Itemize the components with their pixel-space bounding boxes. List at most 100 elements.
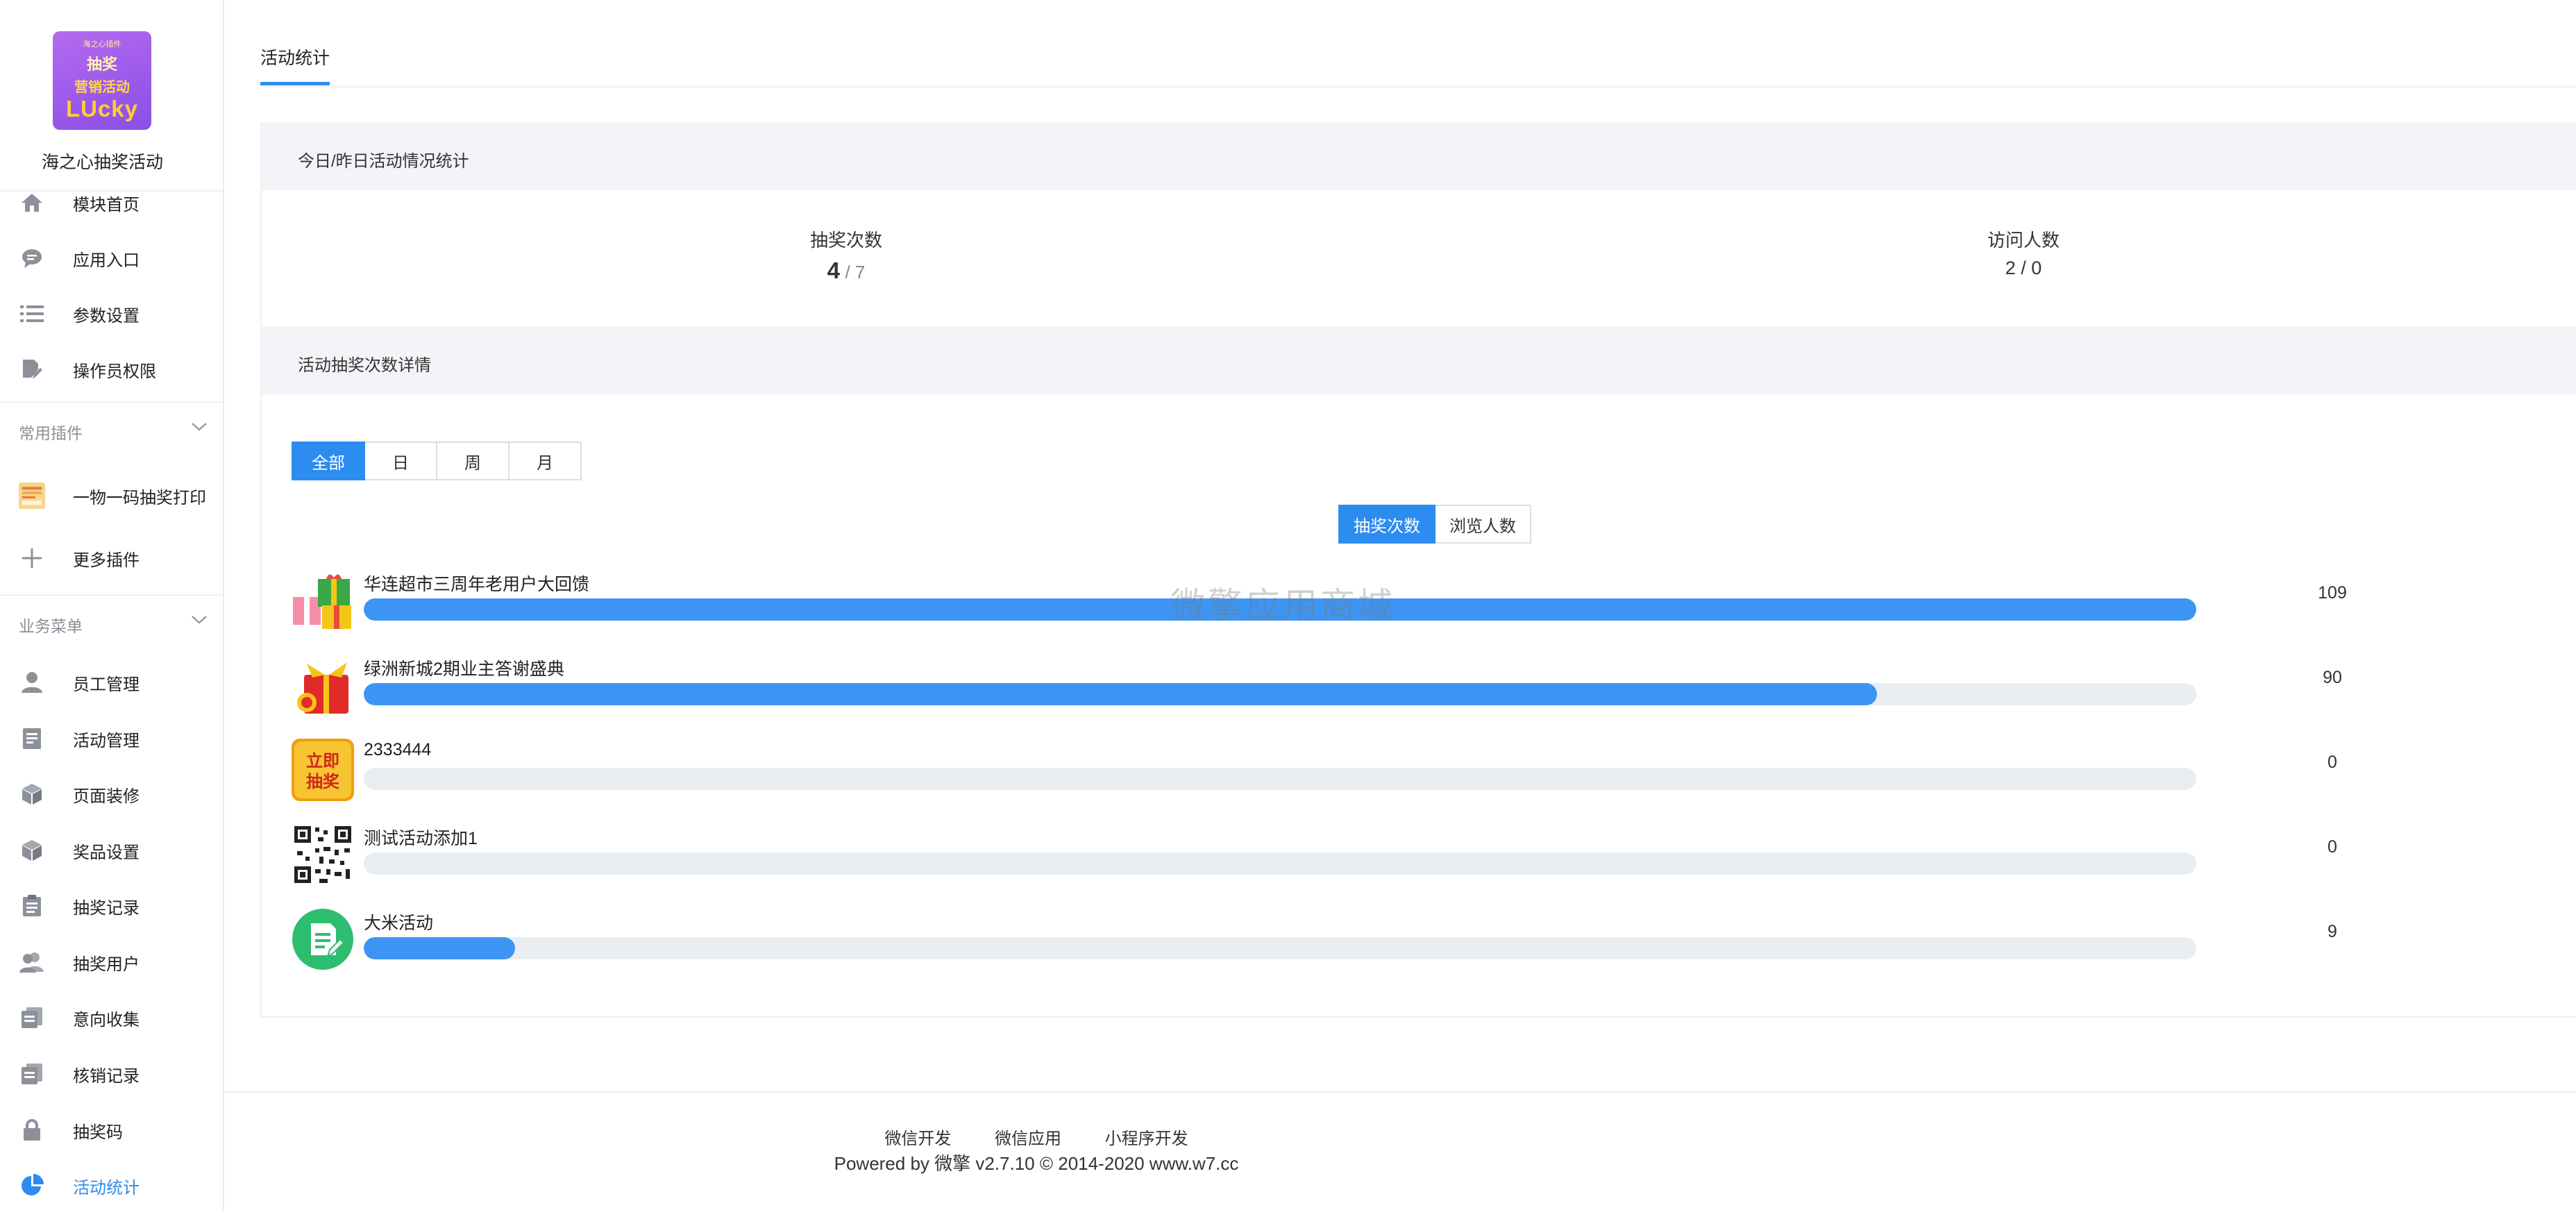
sidebar-item-draw-users[interactable]: 抽奖用户 [0, 941, 223, 983]
progress-track [364, 768, 2196, 790]
sidebar-item-staff[interactable]: 员工管理 [0, 662, 223, 703]
cube-icon [19, 837, 45, 864]
stat-label: 访问人数 [1987, 230, 2060, 251]
draw-now-badge-icon: 立即 抽奖 [292, 739, 354, 801]
list-icon [19, 301, 45, 327]
sidebar-item-label: 应用入口 [73, 251, 140, 270]
sidebar-item-label: 意向收集 [73, 1010, 140, 1030]
user-icon [19, 669, 45, 696]
footer-link[interactable]: 小程序开发 [1105, 1129, 1188, 1148]
sidebar: 海之心插件 抽奖 营销活动 LUcky 海之心抽奖活动 模块首页 应用入口 参数… [0, 0, 224, 1210]
files-icon [19, 1005, 45, 1031]
sidebar-item-settings[interactable]: 参数设置 [0, 293, 223, 335]
range-day-button[interactable]: 日 [364, 442, 437, 480]
sidebar-item-label: 参数设置 [73, 306, 140, 326]
sidebar-item-label: 模块首页 [73, 195, 140, 215]
sidebar-item-draw-records[interactable]: 抽奖记录 [0, 885, 223, 927]
stat-value: 2 / 0 [2005, 258, 2042, 278]
card-title: 活动抽奖次数详情 [298, 356, 431, 375]
today-stats-card: 今日/昨日活动情况统计 抽奖次数 4 / 7 访问人数 2 / 0 [260, 122, 2576, 326]
sidebar-item-label: 奖品设置 [73, 843, 140, 862]
chat-bubble-icon [19, 245, 45, 271]
files-icon [19, 1061, 45, 1087]
sidebar-item-activities[interactable]: 活动管理 [0, 718, 223, 759]
range-all-button[interactable]: 全部 [292, 442, 365, 480]
cube-icon [19, 781, 45, 807]
sidebar-group-business[interactable]: 业务菜单 [0, 604, 223, 646]
activity-count: 0 [2327, 753, 2337, 772]
plus-icon [19, 545, 45, 571]
tab-bar: 活动统计 [260, 0, 2576, 87]
activity-name: 绿洲新城2期业主答谢盛典 [364, 659, 564, 679]
stat-today-value: 4 [827, 258, 840, 283]
logo-text: LUcky [65, 96, 139, 121]
sidebar-item-qr-print-plugin[interactable]: 一物一码抽奖打印 [0, 475, 223, 516]
sidebar-item-label: 核销记录 [73, 1066, 140, 1086]
sidebar-item-label: 抽奖用户 [73, 955, 140, 974]
range-month-button[interactable]: 月 [508, 442, 582, 480]
chevron-down-icon [191, 615, 208, 628]
activity-count: 9 [2327, 922, 2337, 941]
sidebar-item-home[interactable]: 模块首页 [0, 182, 223, 224]
activity-row[interactable]: 绿洲新城2期业主答谢盛典 90 [292, 654, 2346, 737]
sidebar-item-page-decor[interactable]: 页面装修 [0, 773, 223, 815]
activity-name: 华连超市三周年老用户大回馈 [364, 575, 590, 594]
metric-segmented-control: 抽奖次数 浏览人数 [1338, 505, 1531, 544]
sidebar-item-label: 员工管理 [73, 675, 140, 694]
footer-link[interactable]: 微信应用 [995, 1129, 1061, 1148]
tab-activity-stats[interactable]: 活动统计 [260, 44, 330, 85]
clipboard-icon [19, 893, 45, 919]
green-document-icon [292, 908, 354, 970]
sidebar-item-label: 操作员权限 [73, 362, 156, 381]
stat-label: 抽奖次数 [809, 230, 882, 251]
sidebar-item-label: 一物一码抽奖打印 [73, 488, 206, 507]
range-segmented-control: 全部 日 周 月 [292, 442, 582, 480]
range-week-button[interactable]: 周 [436, 442, 510, 480]
sidebar-item-redeem-records[interactable]: 核销记录 [0, 1053, 223, 1095]
stat-yesterday-value: / 7 [845, 262, 866, 283]
progress-fill [364, 937, 515, 959]
brand-header: 海之心插件 抽奖 营销活动 LUcky 海之心抽奖活动 [0, 0, 223, 192]
activity-row[interactable]: 测试活动添加1 0 [292, 823, 2346, 907]
progress-track [364, 852, 2196, 875]
app-name: 海之心抽奖活动 [41, 153, 163, 172]
sidebar-item-operator-permission[interactable]: 操作员权限 [0, 348, 223, 390]
svg-text:立即: 立即 [306, 751, 339, 771]
logo-text: 抽奖 [86, 56, 117, 73]
app-logo[interactable]: 海之心插件 抽奖 营销活动 LUcky [53, 31, 151, 130]
activity-name: 大米活动 [364, 914, 434, 933]
footer-links: 微信开发 微信应用 小程序开发 [224, 1125, 1849, 1149]
sidebar-item-activity-stats[interactable]: 活动统计 [0, 1165, 223, 1207]
red-gift-icon [292, 654, 354, 716]
edit-document-icon [19, 356, 45, 383]
sidebar-item-label: 活动管理 [73, 731, 140, 750]
draw-count-stat: 抽奖次数 4 / 7 [763, 226, 929, 284]
sidebar-item-prizes[interactable]: 奖品设置 [0, 830, 223, 871]
sidebar-item-more-plugins[interactable]: 更多插件 [0, 537, 223, 579]
sidebar-item-entry[interactable]: 应用入口 [0, 237, 223, 279]
card-title: 今日/昨日活动情况统计 [298, 152, 469, 171]
sidebar-item-label: 更多插件 [73, 551, 140, 570]
sidebar-item-draw-codes[interactable]: 抽奖码 [0, 1109, 223, 1151]
sidebar-divider [0, 401, 223, 403]
group-label: 常用插件 [19, 424, 83, 442]
activity-row[interactable]: 大米活动 9 [292, 908, 2346, 991]
metric-views-button[interactable]: 浏览人数 [1434, 505, 1531, 544]
metric-draws-button[interactable]: 抽奖次数 [1338, 505, 1436, 544]
card-header: 活动抽奖次数详情 [262, 326, 2576, 394]
plugin-thumbnail-icon [19, 482, 45, 509]
logo-text: 海之心插件 [83, 40, 121, 49]
activity-count: 0 [2327, 837, 2337, 857]
sidebar-item-intent-collect[interactable]: 意向收集 [0, 997, 223, 1039]
footer-link[interactable]: 微信开发 [884, 1129, 951, 1148]
document-icon [19, 725, 45, 752]
lock-icon [19, 1117, 45, 1143]
qr-code-icon [292, 823, 354, 886]
watermark: 微擎应用商城 [1170, 586, 1395, 625]
progress-track [364, 683, 2196, 705]
visitor-count-stat: 访问人数 2 / 0 [1940, 226, 2107, 279]
group-label: 业务菜单 [19, 617, 83, 635]
activity-row[interactable]: 立即 抽奖 2333444 0 [292, 739, 2346, 822]
sidebar-item-label: 页面装修 [73, 787, 140, 806]
sidebar-group-plugins[interactable]: 常用插件 [0, 411, 223, 453]
